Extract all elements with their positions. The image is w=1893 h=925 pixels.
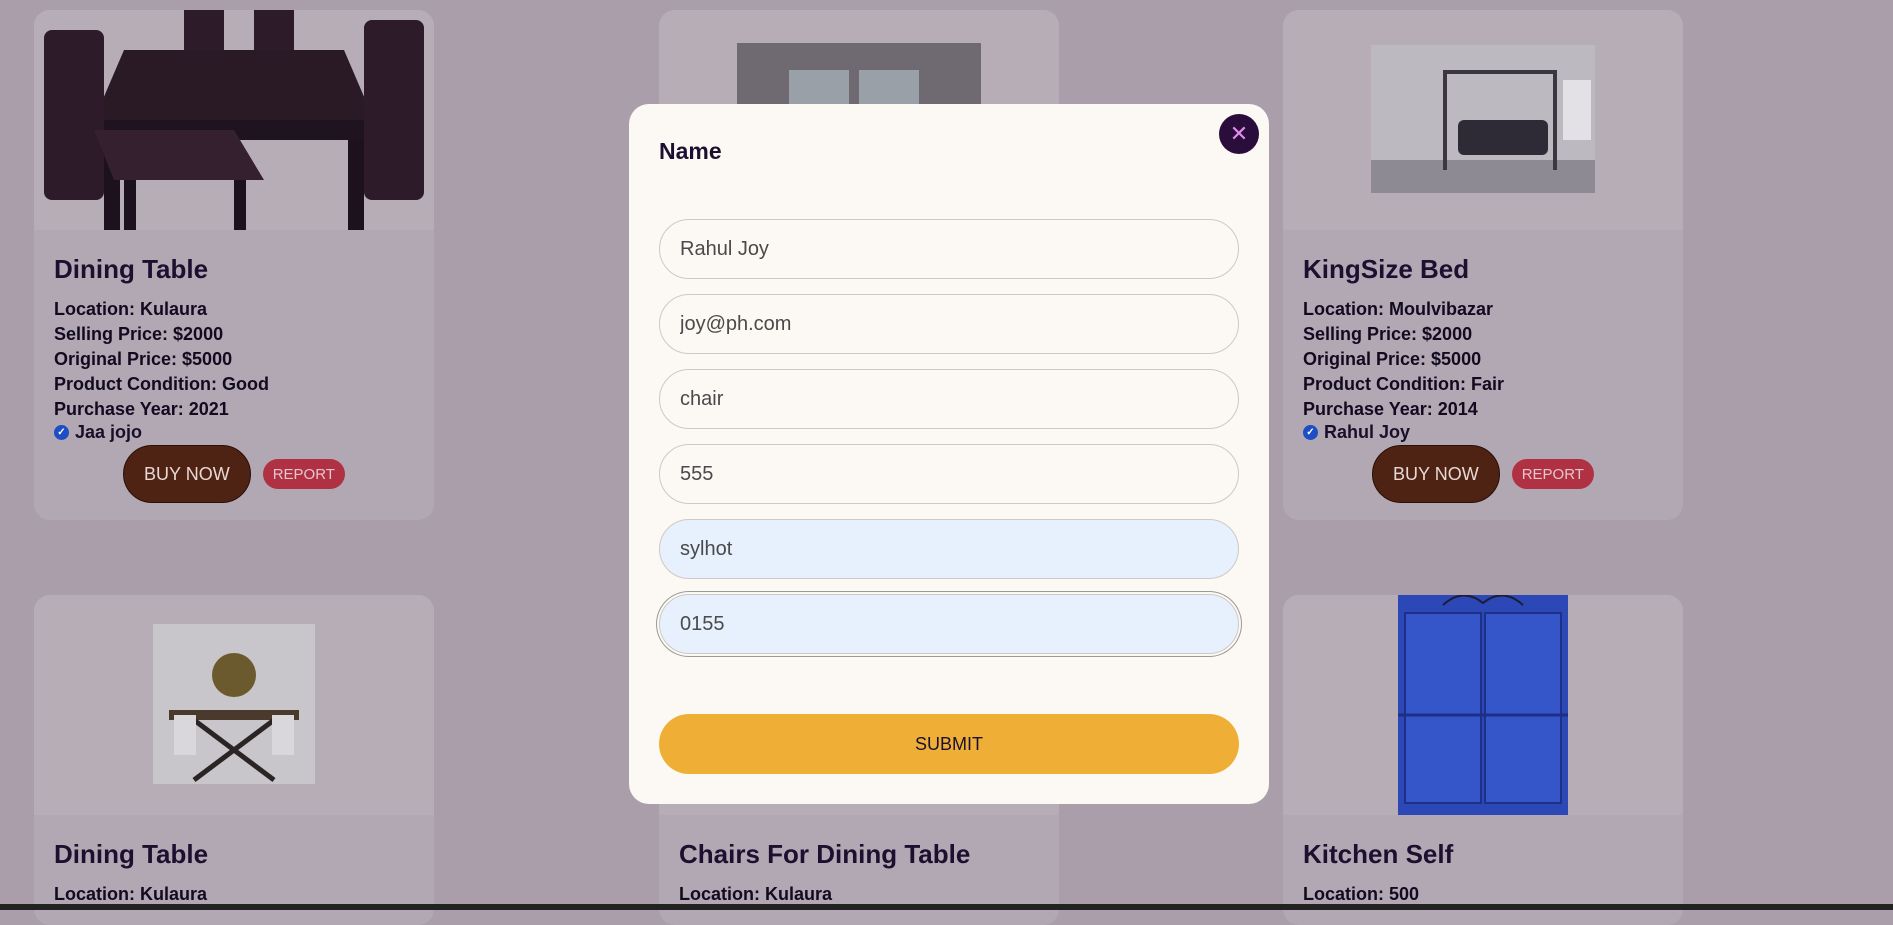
location-field[interactable] xyxy=(659,519,1239,579)
modal-title: Name xyxy=(659,138,722,164)
close-icon: ✕ xyxy=(1229,121,1249,146)
email-field[interactable] xyxy=(659,294,1239,354)
price-field[interactable] xyxy=(659,444,1239,504)
product-name-field[interactable] xyxy=(659,369,1239,429)
close-button[interactable]: ✕ xyxy=(1219,114,1259,154)
submit-button[interactable]: SUBMIT xyxy=(659,714,1239,774)
booking-modal: Name ✕ SUBMIT xyxy=(629,104,1269,804)
modal-overlay: Name ✕ SUBMIT xyxy=(0,0,1893,910)
phone-field[interactable] xyxy=(659,594,1239,654)
name-field[interactable] xyxy=(659,219,1239,279)
